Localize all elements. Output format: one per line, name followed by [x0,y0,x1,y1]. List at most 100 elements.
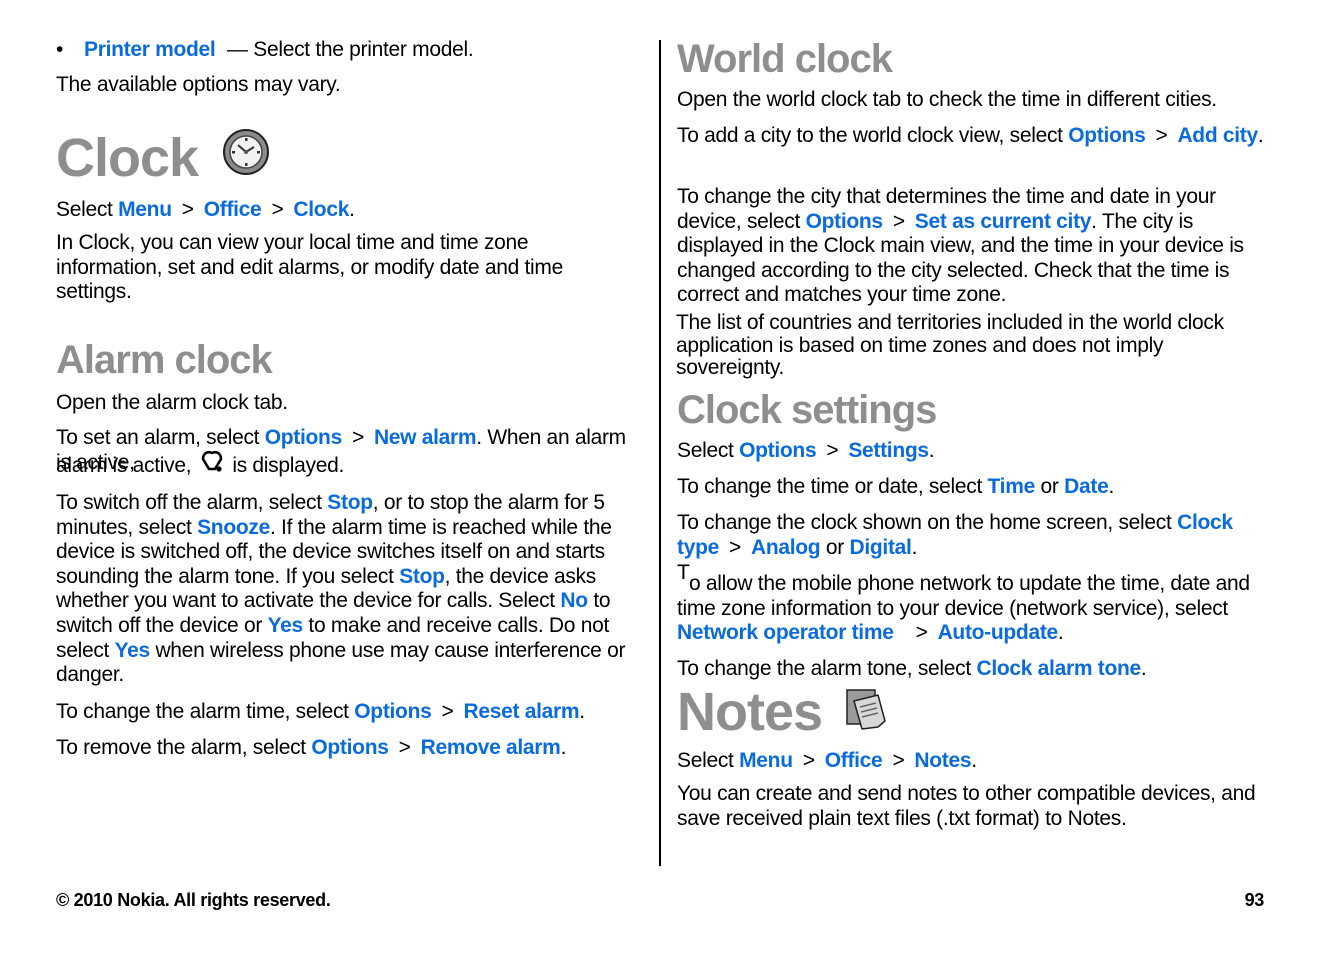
link-remove-alarm[interactable]: Remove alarm [421,736,561,759]
alarm-p2-line2: alarm is active, is displayed. [56,450,344,480]
link-stop[interactable]: Stop [399,565,445,588]
separator: > [826,439,839,462]
alarm-p3-text: To switch off the alarm, select [56,491,328,514]
link-notes[interactable]: Notes [914,749,971,772]
link-printer-model[interactable]: Printer model [84,38,216,61]
link-auto-update[interactable]: Auto-update [938,621,1059,644]
alarm-p2-line2-text: alarm is active, [56,453,192,477]
link-clock[interactable]: Clock [293,198,349,221]
period: . [928,439,935,462]
alarm-p5-prefix: To remove the alarm, select [56,736,312,759]
separator: > [1155,124,1168,147]
period: . [1257,124,1264,147]
link-options[interactable]: Options [354,700,432,723]
period: . [560,736,567,759]
link-reset-alarm[interactable]: Reset alarm [463,700,579,723]
separator: > [271,198,284,221]
link-analog[interactable]: Analog [751,536,821,559]
bullet-text: — Select the printer model. [221,38,474,61]
bullet-printer-model: • Printer model — Select the printer mode… [56,38,474,63]
or-text: or [1034,475,1065,498]
notes-icon [844,683,888,743]
world-p2-prefix: To add a city to the world clock view, s… [677,124,1069,147]
options-vary-text: The available options may vary. [56,73,341,96]
separator: > [802,749,815,772]
alarm-p4: To change the alarm time, select Options… [56,700,585,725]
alarm-p5: To remove the alarm, select Options > Remo… [56,736,566,761]
link-options[interactable]: Options [1068,124,1146,147]
select-prefix: Select [677,439,740,462]
period: . [971,749,977,772]
clock-heading: Clock [56,128,270,188]
select-prefix: Select [677,749,740,772]
link-options[interactable]: Options [311,736,389,759]
clock-icon [222,128,270,188]
notes-heading-text: Notes [677,682,823,742]
settings-p2: To change the time or date, select Time … [677,475,1114,500]
separator: > [351,426,364,449]
world-p1: Open the world clock tab to check the ti… [677,88,1217,111]
notes-heading: Notes [677,682,888,743]
world-p3: To change the city that determines the t… [677,185,1269,308]
link-date[interactable]: Date [1064,475,1109,498]
link-time[interactable]: Time [988,475,1036,498]
alarm-clock-heading: Alarm clock [56,338,273,382]
period: . [349,198,355,221]
clock-settings-heading: Clock settings [677,388,937,432]
settings-p3-prefix: To change the clock shown on the home sc… [677,511,1178,534]
separator: > [892,209,905,233]
alarm-bell-icon [199,449,225,480]
period: . [1108,475,1114,498]
link-network-operator-time[interactable]: Network operator time [677,621,894,644]
link-yes[interactable]: Yes [115,639,151,662]
alarm-p2-suffix: is displayed. [226,453,344,477]
clock-select-path: Select Menu > Office > Clock. [56,198,355,223]
separator: > [892,749,905,772]
link-menu[interactable]: Menu [739,749,793,772]
select-prefix: Select [56,198,119,221]
world-p2: To add a city to the world clock view, s… [677,124,1269,149]
link-add-city[interactable]: Add city [1177,124,1258,147]
notes-p1: You can create and send notes to other c… [677,782,1256,830]
settings-p4: o allow the mobile phone network to upda… [677,572,1269,646]
footer-copyright: © 2010 Nokia. All rights reserved. [56,890,331,910]
column-divider [659,40,661,866]
link-office[interactable]: Office [204,198,262,221]
settings-p4-prefix: o allow the mobile phone network to upda… [677,572,1250,620]
settings-p3: To change the clock shown on the home sc… [677,511,1269,560]
link-no[interactable]: No [560,589,588,612]
settings-p2-prefix: To change the time or date, select [677,475,988,498]
period: . [911,535,918,559]
link-options[interactable]: Options [806,210,884,233]
link-options[interactable]: Options [739,439,817,462]
link-yes[interactable]: Yes [268,614,304,637]
link-settings[interactable]: Settings [848,439,929,462]
alarm-p3: To switch off the alarm, select Stop, or… [56,491,646,688]
world-clock-heading: World clock [677,37,893,81]
alarm-p1: Open the alarm clock tab. [56,391,288,414]
settings-p1: Select Options > Settings. [677,439,935,464]
bullet-dot: • [56,38,64,61]
alarm-p4-prefix: To change the alarm time, select [56,700,355,723]
link-clock-alarm-tone[interactable]: Clock alarm tone [976,657,1141,680]
separator: > [915,621,928,645]
link-office[interactable]: Office [825,749,883,772]
link-digital[interactable]: Digital [849,536,911,559]
period: . [579,700,585,723]
period: . [1057,621,1064,645]
settings-p5-prefix: To change the alarm tone, select [677,657,977,680]
separator: > [398,736,411,759]
or-text: or [820,535,850,559]
link-new-alarm[interactable]: New alarm [374,426,477,449]
separator: > [181,198,194,221]
clock-intro: In Clock, you can view your local time a… [56,231,563,304]
period: . [1140,657,1147,680]
alarm-p2-prefix: To set an alarm, select [56,426,265,449]
link-menu[interactable]: Menu [118,198,172,221]
link-set-as-current-city[interactable]: Set as current city [915,210,1092,233]
link-snooze[interactable]: Snooze [197,516,270,539]
link-stop[interactable]: Stop [327,491,373,514]
link-options[interactable]: Options [265,426,343,449]
separator: > [728,535,741,559]
settings-p5: To change the alarm tone, select Clock a… [677,657,1147,682]
